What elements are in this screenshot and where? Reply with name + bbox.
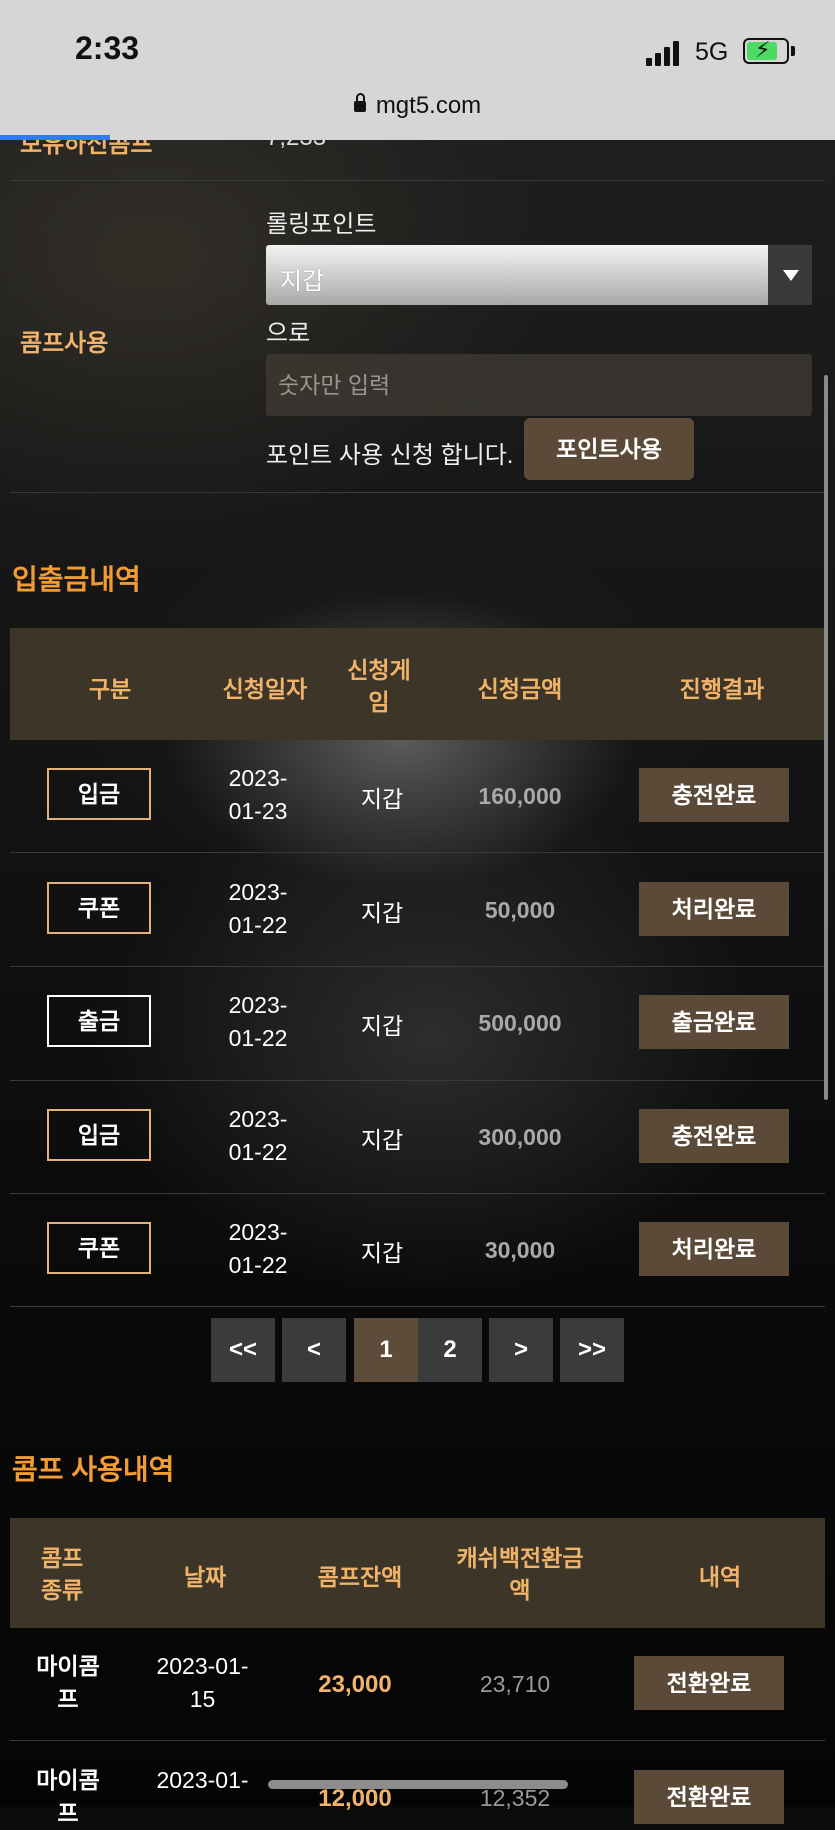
pagination-last[interactable]: >> [560,1318,624,1382]
home-indicator[interactable] [268,1780,568,1789]
lock-icon [353,93,366,112]
amount-cell: 30,000 [484,1237,556,1263]
row-divider [10,1080,825,1081]
header-detail: 내역 [698,1564,742,1590]
comp-history-title: 콤프 사용내역 [12,1454,175,1485]
amount-cell: 500,000 [478,1010,562,1036]
row-divider [10,966,825,967]
date-cell: 2023-01-22 [228,1219,288,1278]
status-button[interactable]: 출금완료 [639,995,789,1049]
to-text: 으로 [266,320,311,347]
comp-kind-cell: 마이콤프 [36,1653,100,1712]
type-badge: 쿠폰 [47,1222,151,1274]
header-result: 진행결과 [679,676,765,702]
pagination-page-1[interactable]: 1 [354,1318,418,1382]
wallet-select[interactable]: 지갑 [266,245,812,305]
status-button[interactable]: 전환완료 [634,1656,784,1710]
date-cell: 2023-01-22 [228,879,288,938]
pagination-next[interactable]: > [489,1318,553,1382]
row-divider [10,1193,825,1194]
cashback-cell: 23,710 [479,1671,551,1697]
header-comp-date: 날짜 [183,1564,227,1590]
pagination-prev[interactable]: < [282,1318,346,1382]
row-divider [10,1306,825,1307]
deposit-history-title: 입출금내역 [12,564,141,595]
status-button[interactable]: 충전완료 [639,768,789,822]
game-cell: 지갑 [360,786,404,812]
header-cashback: 캐쉬백전환금액 [456,1545,584,1603]
date-cell: 2023-01-22 [228,1106,288,1165]
chevron-down-icon [768,245,812,305]
type-badge: 쿠폰 [47,882,151,934]
game-cell: 지갑 [360,1013,404,1039]
amount-cell: 300,000 [478,1124,562,1150]
header-comp-kind: 콤프종류 [40,1545,84,1603]
wallet-select-value: 지갑 [280,268,325,295]
rolling-label: 롤링포인트 [266,211,377,238]
use-points-button[interactable]: 포인트사용 [524,418,694,480]
status-bar: 2:33 5G ⚡ mgt5.com [0,0,835,140]
pagination-page-2[interactable]: 2 [418,1318,482,1382]
type-badge: 출금 [47,995,151,1047]
date-cell: 2023-01- [156,1767,249,1793]
comp-balance-cell: 23,000 [318,1671,392,1698]
game-cell: 지갑 [360,900,404,926]
pagination-first[interactable]: << [211,1318,275,1382]
date-cell: 2023-01-23 [228,765,288,824]
header-comp-balance: 콤프잔액 [317,1564,403,1590]
header-game: 신청게임 [347,657,411,715]
amount-cell: 50,000 [484,897,556,923]
date-cell: 2023-01-15 [156,1653,249,1712]
row-divider [10,1740,825,1741]
network-label: 5G [695,38,729,66]
cashback-cell: 12,352 [479,1785,551,1811]
header-date: 신청일자 [222,676,308,702]
amount-cell: 160,000 [478,783,562,809]
deposit-table-header: 구분 신청일자 신청게임 신청금액 진행결과 [10,628,825,740]
comp-table-header: 콤프종류 날짜 콤프잔액 캐쉬백전환금액 내역 [10,1518,825,1628]
divider [10,492,825,493]
game-cell: 지갑 [360,1240,404,1266]
points-amount-input[interactable] [266,354,812,416]
comp-balance-cell: 12,000 [318,1785,392,1812]
apply-text: 포인트 사용 신청 합니다. [266,442,514,469]
url-text: mgt5.com [375,92,482,119]
type-badge: 입금 [47,1109,151,1161]
clock: 2:33 [75,30,140,66]
header-type: 구분 [88,676,132,702]
battery-tip [791,46,795,56]
battery-icon: ⚡ [743,37,789,64]
comp-use-label: 콤프사용 [20,330,109,357]
status-button[interactable]: 처리완료 [639,1222,789,1276]
signal-icon [646,40,686,66]
status-button[interactable]: 처리완료 [639,882,789,936]
header-amount: 신청금액 [477,676,563,702]
status-button[interactable]: 전환완료 [634,1770,784,1824]
row-divider [10,852,825,853]
divider [10,180,825,181]
scrollbar[interactable] [824,375,828,1100]
type-badge: 입금 [47,768,151,820]
comp-kind-cell: 마이콤프 [36,1767,100,1826]
game-cell: 지갑 [360,1127,404,1153]
date-cell: 2023-01-22 [228,992,288,1051]
status-button[interactable]: 충전완료 [639,1109,789,1163]
address-bar[interactable]: mgt5.com [0,92,835,120]
page-load-progress [0,135,110,140]
